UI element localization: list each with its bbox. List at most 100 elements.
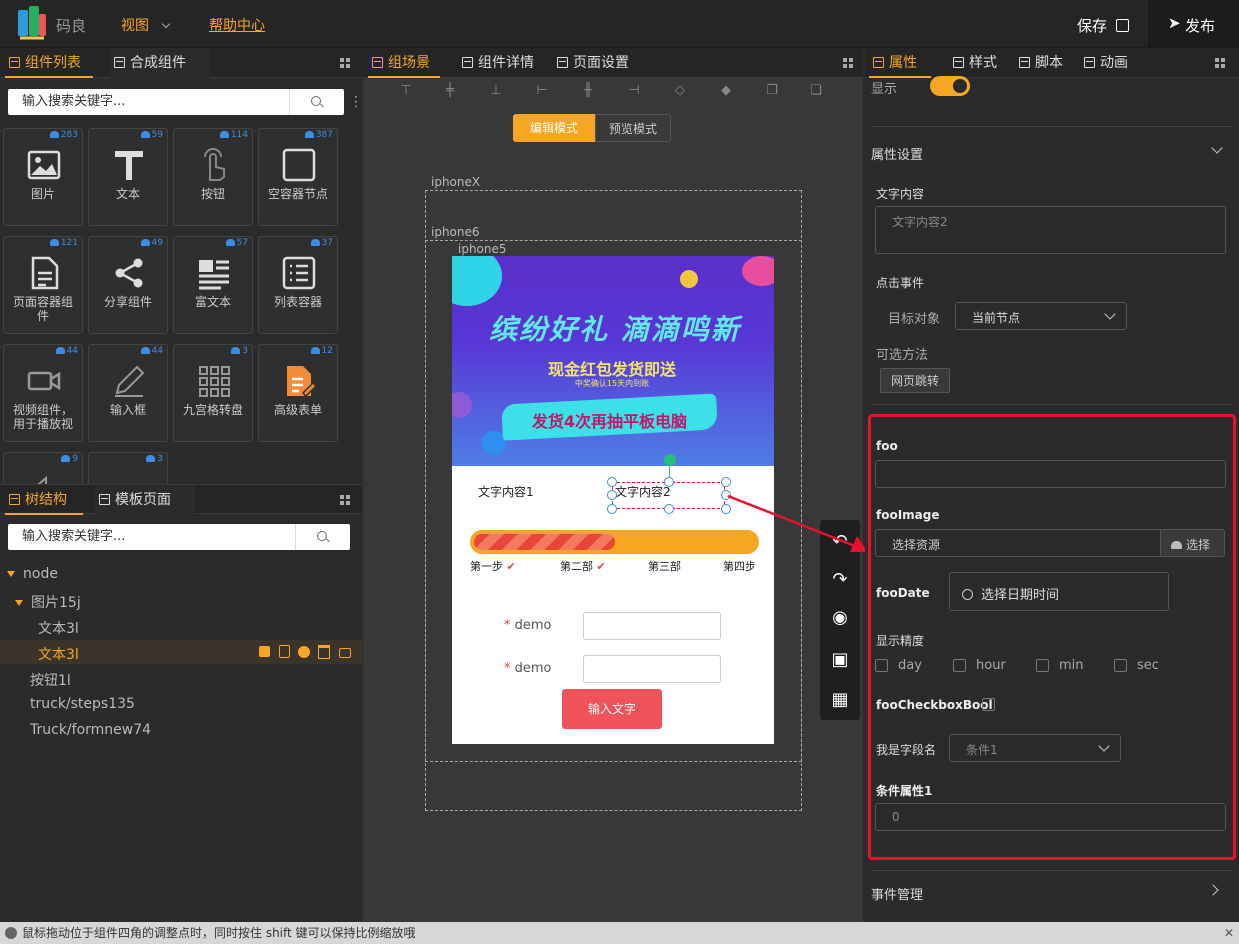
align-top-icon[interactable]: ⊤ <box>397 84 415 98</box>
tab-script[interactable]: 脚本 <box>1015 48 1075 78</box>
cond-attr-input[interactable]: 0 <box>875 803 1226 831</box>
tree-search-input[interactable]: 输入搜索关键字... <box>8 524 295 550</box>
tab-component-list[interactable]: 组件列表 <box>5 48 93 78</box>
foocheckbox[interactable] <box>982 698 995 711</box>
save-button[interactable]: 保存 <box>1077 15 1129 36</box>
tab-tree[interactable]: 树结构 <box>5 485 83 515</box>
grid-icon[interactable] <box>1215 58 1225 68</box>
redo-icon[interactable]: ↷ <box>830 570 850 590</box>
component-card[interactable]: 49 分享组件 <box>88 236 168 334</box>
banner-image[interactable]: 缤纷好礼 滴滴鸣新 现金红包发货即送 中奖确认15天内到账 发货4次再抽平板电脑 <box>452 256 774 466</box>
publish-button[interactable]: ➤ 发布 <box>1148 0 1239 47</box>
help-link[interactable]: 帮助中心 <box>209 15 265 35</box>
tree-node-text-1[interactable]: 文本3l <box>38 618 79 638</box>
text-content-textarea[interactable]: 文字内容2 <box>875 206 1226 254</box>
component-card[interactable]: 114 按钮 <box>173 128 253 226</box>
edit-icon[interactable] <box>259 646 270 657</box>
checkbox[interactable] <box>1114 659 1127 672</box>
tree-node-steps[interactable]: truck/steps135 <box>30 696 135 712</box>
layer-down-icon[interactable]: ◆ <box>717 84 735 98</box>
tab-page-settings[interactable]: 页面设置 <box>553 48 643 78</box>
form-input-1[interactable] <box>583 612 721 640</box>
grid-icon[interactable] <box>340 495 350 505</box>
chevron-right-icon[interactable] <box>1207 884 1219 896</box>
edit-mode-button[interactable]: 编辑模式 <box>513 114 595 142</box>
align-vcenter-icon[interactable]: ╪ <box>441 84 459 98</box>
component-card[interactable]: 37 列表容器 <box>258 236 338 334</box>
id-icon[interactable] <box>298 646 310 658</box>
checkbox[interactable] <box>1036 659 1049 672</box>
resize-handle-bm[interactable] <box>664 504 674 514</box>
resize-handle-ml[interactable] <box>607 490 617 500</box>
target-select[interactable]: 当前节点 <box>955 302 1127 330</box>
table-icon[interactable]: ▦ <box>830 690 850 710</box>
component-card[interactable]: 3 九宫格转盘 <box>173 344 253 442</box>
fooimage-select-button[interactable]: 选择 <box>1160 529 1225 557</box>
tree-node-text-selected[interactable]: 文本3l <box>0 640 362 664</box>
tree-node-root[interactable]: node <box>7 566 58 582</box>
event-mgmt-label[interactable]: 事件管理 <box>871 884 923 903</box>
search-button[interactable] <box>289 89 344 115</box>
preview-mode-button[interactable]: 预览模式 <box>595 114 671 142</box>
component-card[interactable]: 57 富文本 <box>173 236 253 334</box>
lock-icon[interactable] <box>339 648 351 658</box>
component-card[interactable]: 3 <box>88 452 168 484</box>
align-bottom-icon[interactable]: ⊥ <box>487 84 505 98</box>
precision-day[interactable]: day <box>875 658 922 673</box>
tab-properties[interactable]: 属性 <box>869 48 931 78</box>
align-right-icon[interactable]: ⊣ <box>625 84 643 98</box>
rotate-handle[interactable] <box>664 454 676 466</box>
component-card[interactable]: 59 文本 <box>88 128 168 226</box>
grid-icon[interactable] <box>843 58 853 68</box>
send-back-icon[interactable]: ❏ <box>807 84 825 98</box>
foo-input[interactable] <box>875 460 1226 488</box>
component-card[interactable]: 44 视频组件，用于播放视 <box>3 344 83 442</box>
resize-handle-tl[interactable] <box>607 477 617 487</box>
submit-button[interactable]: 输入文字 <box>562 689 662 729</box>
menu-view[interactable]: 视图 <box>121 15 171 35</box>
steps-progress-track[interactable] <box>470 530 759 554</box>
close-icon[interactable]: ✕ <box>1224 922 1234 944</box>
precision-hour[interactable]: hour <box>953 658 1006 673</box>
tab-style[interactable]: 样式 <box>949 48 1009 78</box>
eye-icon[interactable]: ◉ <box>830 608 850 628</box>
tree-node-button[interactable]: 按钮1l <box>30 670 71 690</box>
precision-min[interactable]: min <box>1036 658 1084 673</box>
tab-composite[interactable]: 合成组件 <box>110 48 210 78</box>
tab-templates[interactable]: 模板页面 <box>95 485 195 515</box>
tree-search-button[interactable] <box>295 524 350 550</box>
align-hcenter-icon[interactable]: ╫ <box>579 84 597 98</box>
grid-icon[interactable] <box>340 58 350 68</box>
component-card[interactable]: 387 空容器节点 <box>258 128 338 226</box>
bring-front-icon[interactable]: ❐ <box>763 84 781 98</box>
resize-handle-tm[interactable] <box>664 477 674 487</box>
method-tag[interactable]: 网页跳转 <box>880 368 951 393</box>
checkbox[interactable] <box>953 659 966 672</box>
component-card[interactable]: 283 图片 <box>3 128 83 226</box>
tab-animation[interactable]: 动画 <box>1080 48 1140 78</box>
align-left-icon[interactable]: ⊢ <box>533 84 551 98</box>
show-toggle[interactable] <box>930 76 970 96</box>
tree-node-image[interactable]: 图片15j <box>15 592 81 612</box>
resize-handle-tr[interactable] <box>721 477 731 487</box>
component-card[interactable]: 9 <box>3 452 83 484</box>
component-search-input[interactable]: 输入搜索关键字... <box>8 89 289 115</box>
component-card[interactable]: 12 高级表单 <box>258 344 338 442</box>
field-select[interactable]: 条件1 <box>949 734 1121 762</box>
component-card[interactable]: 44 输入框 <box>88 344 168 442</box>
section-title[interactable]: 属性设置 <box>871 144 923 163</box>
layer-up-icon[interactable]: ◇ <box>671 84 689 98</box>
chevron-down-icon[interactable] <box>1211 142 1223 154</box>
resize-handle-bl[interactable] <box>607 504 617 514</box>
form-input-2[interactable] <box>583 655 721 683</box>
fooimage-input[interactable]: 选择资源 <box>875 529 1161 557</box>
precision-sec[interactable]: sec <box>1114 658 1159 673</box>
save-icon[interactable]: ▣ <box>830 650 850 670</box>
trash-icon[interactable] <box>318 645 330 659</box>
foodate-picker[interactable]: 选择日期时间 <box>949 572 1169 611</box>
tree-node-form[interactable]: Truck/formnew74 <box>30 722 151 738</box>
checkbox[interactable] <box>875 659 888 672</box>
tab-scene[interactable]: 组场景 <box>368 48 440 78</box>
text-content-1[interactable]: 文字内容1 <box>478 483 534 500</box>
copy-icon[interactable] <box>279 645 290 658</box>
